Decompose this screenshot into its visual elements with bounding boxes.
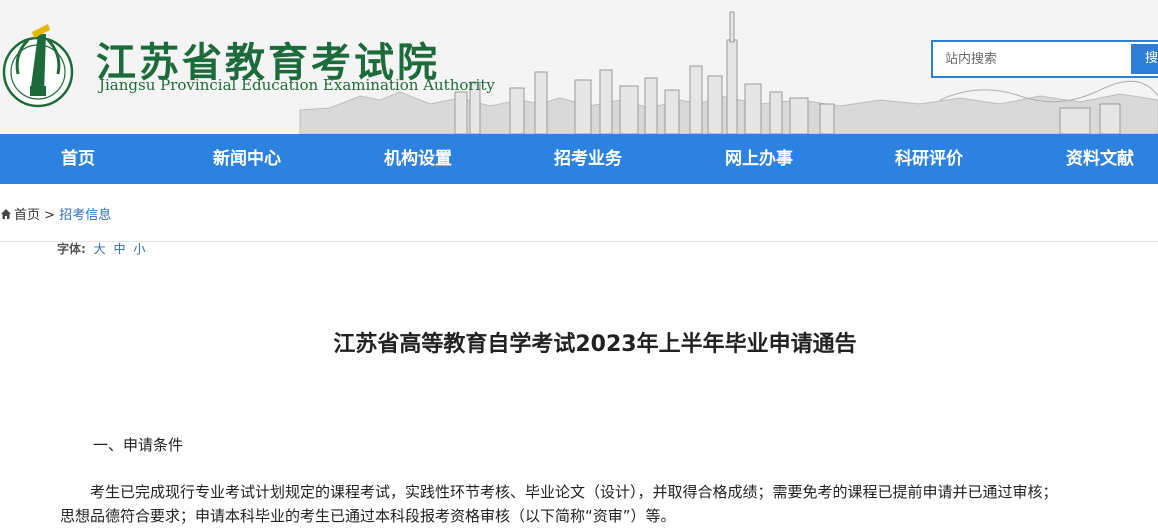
breadcrumb-current[interactable]: 招考信息 <box>59 208 111 223</box>
breadcrumb-home[interactable]: 首页 <box>14 208 40 223</box>
search-box: 搜 <box>931 40 1158 78</box>
site-header: 江苏省教育考试院 Jiangsu Provincial Education Ex… <box>0 0 1158 134</box>
nav-item-research[interactable]: 科研评价 <box>895 134 963 184</box>
nav-item-admissions[interactable]: 招考业务 <box>554 134 622 184</box>
article-paragraph: 考生已完成现行专业考试计划规定的课程考试，实践性环节考核、毕业论文（设计），并取… <box>60 480 1140 528</box>
breadcrumb: 首页 > 招考信息 <box>0 204 111 223</box>
nav-item-home[interactable]: 首页 <box>61 134 95 184</box>
nav-item-news[interactable]: 新闻中心 <box>213 134 281 184</box>
breadcrumb-separator: > <box>44 208 56 223</box>
authority-seal-logo <box>2 24 74 108</box>
font-size-medium[interactable]: 中 <box>113 242 125 256</box>
breadcrumb-divider <box>0 241 1158 242</box>
font-size-small[interactable]: 小 <box>133 242 145 256</box>
paragraph-line: 思想品德符合要求；申请本科毕业的考生已通过本科段报考资格审核（以下简称“资审”）… <box>60 507 676 525</box>
section-heading: 一、申请条件 <box>93 436 184 454</box>
font-size-label: 字体: <box>57 242 86 256</box>
font-size-controls: 字体: 大 中 小 <box>57 240 145 257</box>
site-title-en: Jiangsu Provincial Education Examination… <box>99 76 495 94</box>
nav-item-organization[interactable]: 机构设置 <box>384 134 452 184</box>
article-title: 江苏省高等教育自学考试2023年上半年毕业申请通告 <box>333 332 857 357</box>
paragraph-line: 考生已完成现行专业考试计划规定的课程考试，实践性环节考核、毕业论文（设计），并取… <box>90 483 1058 501</box>
search-button[interactable]: 搜 <box>1131 44 1158 74</box>
main-nav: 首页 新闻中心 机构设置 招考业务 网上办事 科研评价 资料文献 <box>0 134 1158 184</box>
home-icon <box>1 209 11 219</box>
nav-item-documents[interactable]: 资料文献 <box>1066 134 1134 184</box>
search-input[interactable] <box>933 42 1129 76</box>
nav-item-online-services[interactable]: 网上办事 <box>725 134 793 184</box>
font-size-large[interactable]: 大 <box>94 242 106 256</box>
